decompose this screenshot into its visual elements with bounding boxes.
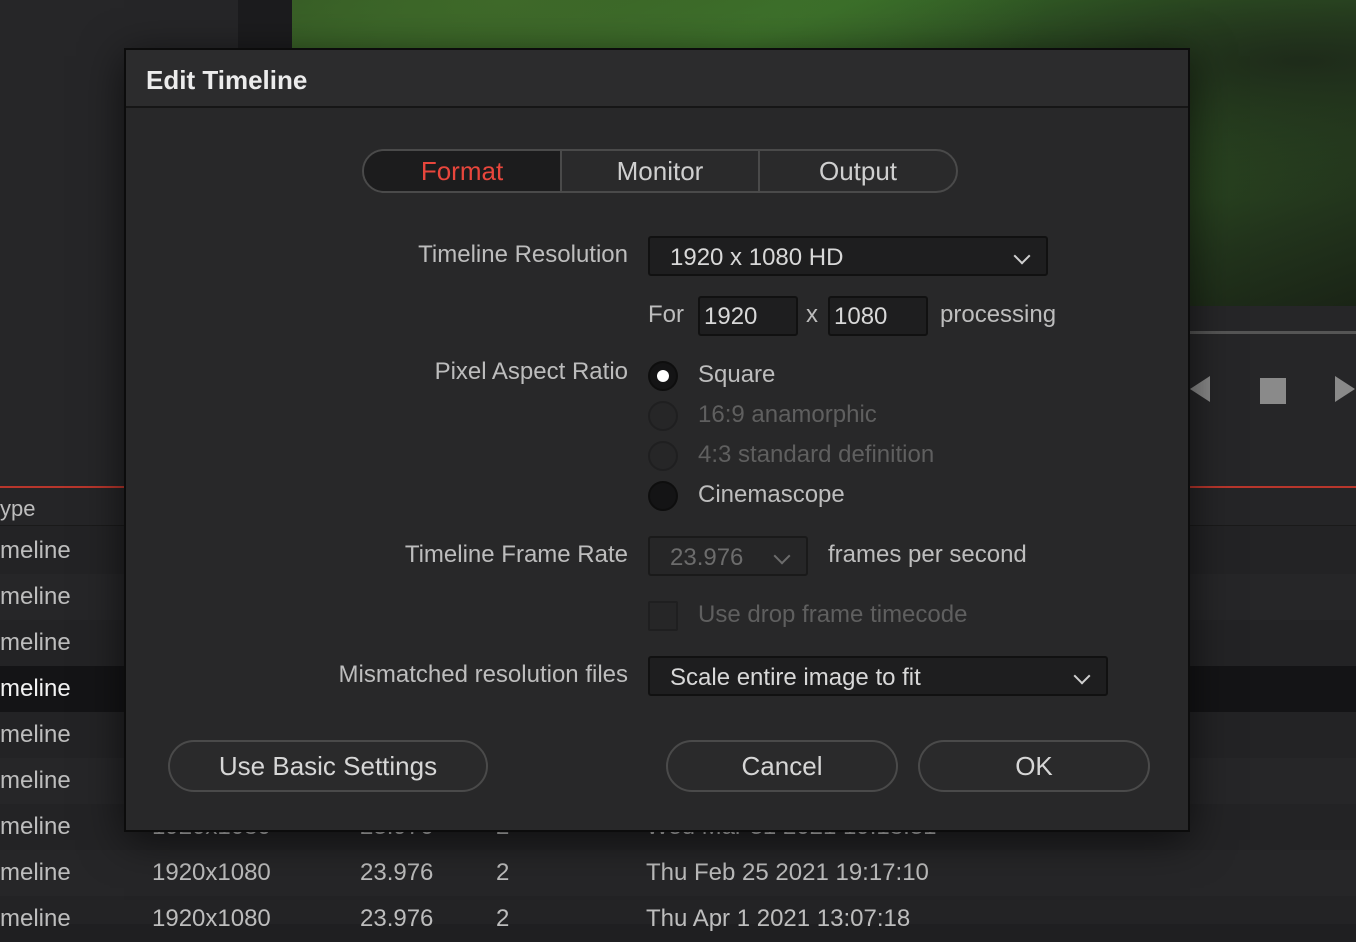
chevron-down-icon bbox=[773, 547, 791, 565]
column-header-type[interactable]: ype bbox=[0, 496, 35, 522]
chevron-down-icon bbox=[1073, 667, 1091, 685]
mismatched-resolution-select[interactable]: Scale entire image to fit bbox=[648, 656, 1108, 696]
frames-per-second-label: frames per second bbox=[828, 541, 1027, 568]
use-basic-settings-button[interactable]: Use Basic Settings bbox=[168, 740, 488, 792]
cell-type: meline bbox=[0, 721, 71, 748]
tab-monitor[interactable]: Monitor bbox=[560, 151, 758, 191]
scrub-bar[interactable] bbox=[1188, 331, 1356, 334]
table-row[interactable]: meline 1920x1080 23.976 2 Thu Feb 25 2021 19… bbox=[0, 850, 1356, 896]
timeline-resolution-label: Timeline Resolution bbox=[418, 241, 628, 268]
cell-type: meline bbox=[0, 859, 71, 886]
table-row[interactable]: meline 1920x1080 23.976 2 Thu Apr 1 2021 13:… bbox=[0, 896, 1356, 942]
x-label: x bbox=[806, 301, 818, 328]
for-label: For bbox=[648, 301, 684, 328]
radio-4-3-standard bbox=[648, 441, 678, 471]
cell-type: meline bbox=[0, 629, 71, 656]
stop-icon[interactable] bbox=[1260, 378, 1286, 404]
processing-height-input[interactable]: 1080 bbox=[828, 296, 928, 336]
dialog-title-bar[interactable]: Edit Timeline bbox=[126, 50, 1188, 108]
tab-output[interactable]: Output bbox=[758, 151, 956, 191]
ok-button[interactable]: OK bbox=[918, 740, 1150, 792]
processing-width-input[interactable]: 1920 bbox=[698, 296, 798, 336]
cell-type: meline bbox=[0, 583, 71, 610]
play-forward-icon[interactable] bbox=[1335, 376, 1355, 402]
cell-tracks: 2 bbox=[496, 905, 510, 932]
cell-date: Thu Apr 1 2021 13:07:18 bbox=[646, 905, 911, 932]
dialog-title: Edit Timeline bbox=[146, 65, 308, 95]
radio-cinemascope[interactable] bbox=[648, 481, 678, 511]
cell-type: meline bbox=[0, 675, 71, 702]
play-reverse-icon[interactable] bbox=[1190, 376, 1210, 402]
cell-type: meline bbox=[0, 537, 71, 564]
cell-date: Thu Feb 25 2021 19:17:10 bbox=[646, 859, 929, 886]
cell-resolution: 1920x1080 bbox=[152, 905, 271, 932]
cell-fps: 23.976 bbox=[360, 859, 434, 886]
mismatched-resolution-value: Scale entire image to fit bbox=[670, 664, 921, 691]
frame-rate-select: 23.976 bbox=[648, 536, 808, 576]
chevron-down-icon bbox=[1013, 247, 1031, 265]
radio-16-9-anamorphic bbox=[648, 401, 678, 431]
radio-4-3-standard-label: 4:3 standard definition bbox=[698, 441, 935, 468]
cell-tracks: 2 bbox=[496, 859, 510, 886]
cell-type: meline bbox=[0, 813, 71, 840]
cell-type: meline bbox=[0, 905, 71, 932]
radio-square[interactable] bbox=[648, 361, 678, 391]
processing-label: processing bbox=[940, 301, 1057, 328]
mismatched-resolution-label: Mismatched resolution files bbox=[338, 661, 628, 688]
cancel-button[interactable]: Cancel bbox=[666, 740, 898, 792]
cell-fps: 23.976 bbox=[360, 905, 434, 932]
timeline-resolution-select[interactable]: 1920 x 1080 HD bbox=[648, 236, 1048, 276]
edit-timeline-dialog: Edit Timeline Format Monitor Output Time… bbox=[124, 48, 1190, 832]
cell-resolution: 1920x1080 bbox=[152, 859, 271, 886]
frame-rate-value: 23.976 bbox=[670, 544, 744, 571]
drop-frame-checkbox bbox=[648, 601, 678, 631]
pixel-aspect-ratio-label: Pixel Aspect Ratio bbox=[434, 358, 628, 385]
radio-16-9-anamorphic-label: 16:9 anamorphic bbox=[698, 401, 877, 428]
tab-format[interactable]: Format bbox=[364, 151, 560, 191]
radio-square-label: Square bbox=[698, 361, 776, 388]
cell-type: meline bbox=[0, 767, 71, 794]
drop-frame-label: Use drop frame timecode bbox=[698, 601, 968, 628]
timeline-frame-rate-label: Timeline Frame Rate bbox=[404, 541, 628, 568]
radio-cinemascope-label: Cinemascope bbox=[698, 481, 845, 508]
tab-bar: Format Monitor Output bbox=[362, 149, 958, 193]
timeline-resolution-value: 1920 x 1080 HD bbox=[670, 244, 844, 271]
